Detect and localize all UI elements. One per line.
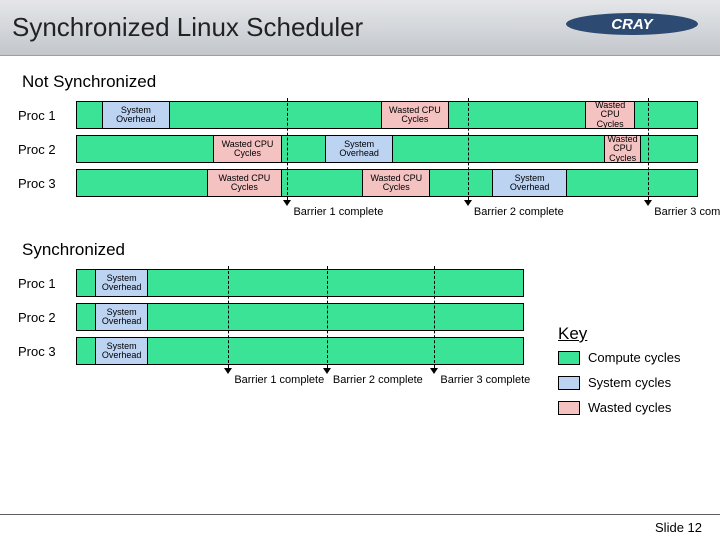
header-bar: Synchronized Linux Scheduler CRAY (0, 0, 720, 56)
segment-system-overhead: System Overhead (325, 136, 393, 162)
arrowhead-icon (323, 368, 331, 374)
proc-label: Proc 2 (18, 142, 76, 157)
proc-row: Proc 2 Wasted CPU CyclesSystem OverheadW… (18, 132, 702, 166)
timeline-synchronized: Proc 1 System Overhead Proc 2 System Ove… (18, 266, 528, 394)
segment-wasted-cpu: Wasted CPU Cycles (213, 136, 281, 162)
barrier-line (434, 266, 435, 368)
barrier-label: Barrier 1 complete (234, 374, 324, 386)
bar-track: System Overhead (76, 337, 524, 365)
proc-row: Proc 2 System Overhead (18, 300, 528, 334)
barrier-line (228, 266, 229, 368)
legend-entry-compute: Compute cycles (558, 350, 698, 365)
swatch-compute (558, 351, 580, 365)
legend-label: Wasted cycles (588, 400, 671, 415)
barrier-label: Barrier 3 complete (654, 206, 720, 218)
arrowhead-icon (430, 368, 438, 374)
barrier-line (648, 98, 649, 200)
legend-entry-system: System cycles (558, 375, 698, 390)
segment-wasted-cpu: Wasted CPU Cycles (207, 170, 281, 196)
segment-wasted-cpu: Wasted CPU Cycles (604, 136, 641, 162)
cray-logo: CRAY (562, 6, 702, 42)
segment-system-overhead: System Overhead (95, 338, 149, 364)
legend-entry-wasted: Wasted cycles (558, 400, 698, 415)
barrier-label: Barrier 3 complete (440, 374, 530, 386)
heading-synchronized: Synchronized (22, 240, 702, 260)
barrier-line (327, 266, 328, 368)
barrier-line (468, 98, 469, 200)
barrier-label: Barrier 2 complete (474, 206, 564, 218)
segment-wasted-cpu: Wasted CPU Cycles (362, 170, 430, 196)
proc-label: Proc 3 (18, 176, 76, 191)
proc-row: Proc 1 System Overhead Wasted CPU Cycles W… (18, 98, 702, 132)
segment-system-overhead: System Overhead (492, 170, 566, 196)
bar-track: System Overhead (76, 269, 524, 297)
proc-row: Proc 3 System Overhead (18, 334, 528, 368)
segment-wasted-cpu: Wasted CPU Cycles (585, 102, 635, 128)
arrowhead-icon (224, 368, 232, 374)
bar-track: Wasted CPU Cycles Wasted CPU Cycles System… (76, 169, 698, 197)
segment-system-overhead: System Overhead (95, 304, 149, 330)
slide-number: Slide 12 (655, 520, 702, 535)
page-title: Synchronized Linux Scheduler (12, 12, 363, 43)
proc-row: Proc 1 System Overhead (18, 266, 528, 300)
barrier-label: Barrier 2 complete (333, 374, 423, 386)
proc-label: Proc 2 (18, 310, 76, 325)
timeline-not-synchronized: Proc 1 System OverheadWasted CPU CyclesW… (18, 98, 702, 226)
svg-text:CRAY: CRAY (611, 16, 654, 33)
slide-content: Not Synchronized Proc 1 System OverheadW… (0, 56, 720, 506)
heading-not-synchronized: Not Synchronized (22, 72, 702, 92)
proc-label: Proc 3 (18, 344, 76, 359)
proc-label: Proc 1 (18, 276, 76, 291)
segment-wasted-cpu: Wasted CPU Cycles (381, 102, 449, 128)
barrier-line (287, 98, 288, 200)
legend-box: Key Compute cycles System cycles Wasted … (558, 324, 698, 425)
legend-title: Key (558, 324, 698, 344)
bar-track: Wasted CPU Cycles System Overhead Wasted C… (76, 135, 698, 163)
barrier-label: Barrier 1 complete (293, 206, 383, 218)
bar-track: System Overhead Wasted CPU Cycles Wasted C… (76, 101, 698, 129)
barrier-label-row: Barrier 1 completeBarrier 2 completeBarr… (76, 200, 698, 226)
segment-system-overhead: System Overhead (95, 270, 149, 296)
footer-bar: Slide 12 (0, 514, 720, 540)
barrier-label-row: Barrier 1 completeBarrier 2 completeBarr… (76, 368, 524, 394)
swatch-system (558, 376, 580, 390)
arrowhead-icon (464, 200, 472, 206)
arrowhead-icon (283, 200, 291, 206)
bar-track: System Overhead (76, 303, 524, 331)
proc-row: Proc 3 Wasted CPU CyclesWasted CPU Cycle… (18, 166, 702, 200)
arrowhead-icon (644, 200, 652, 206)
swatch-wasted (558, 401, 580, 415)
segment-system-overhead: System Overhead (102, 102, 170, 128)
legend-label: Compute cycles (588, 350, 680, 365)
legend-label: System cycles (588, 375, 671, 390)
proc-label: Proc 1 (18, 108, 76, 123)
